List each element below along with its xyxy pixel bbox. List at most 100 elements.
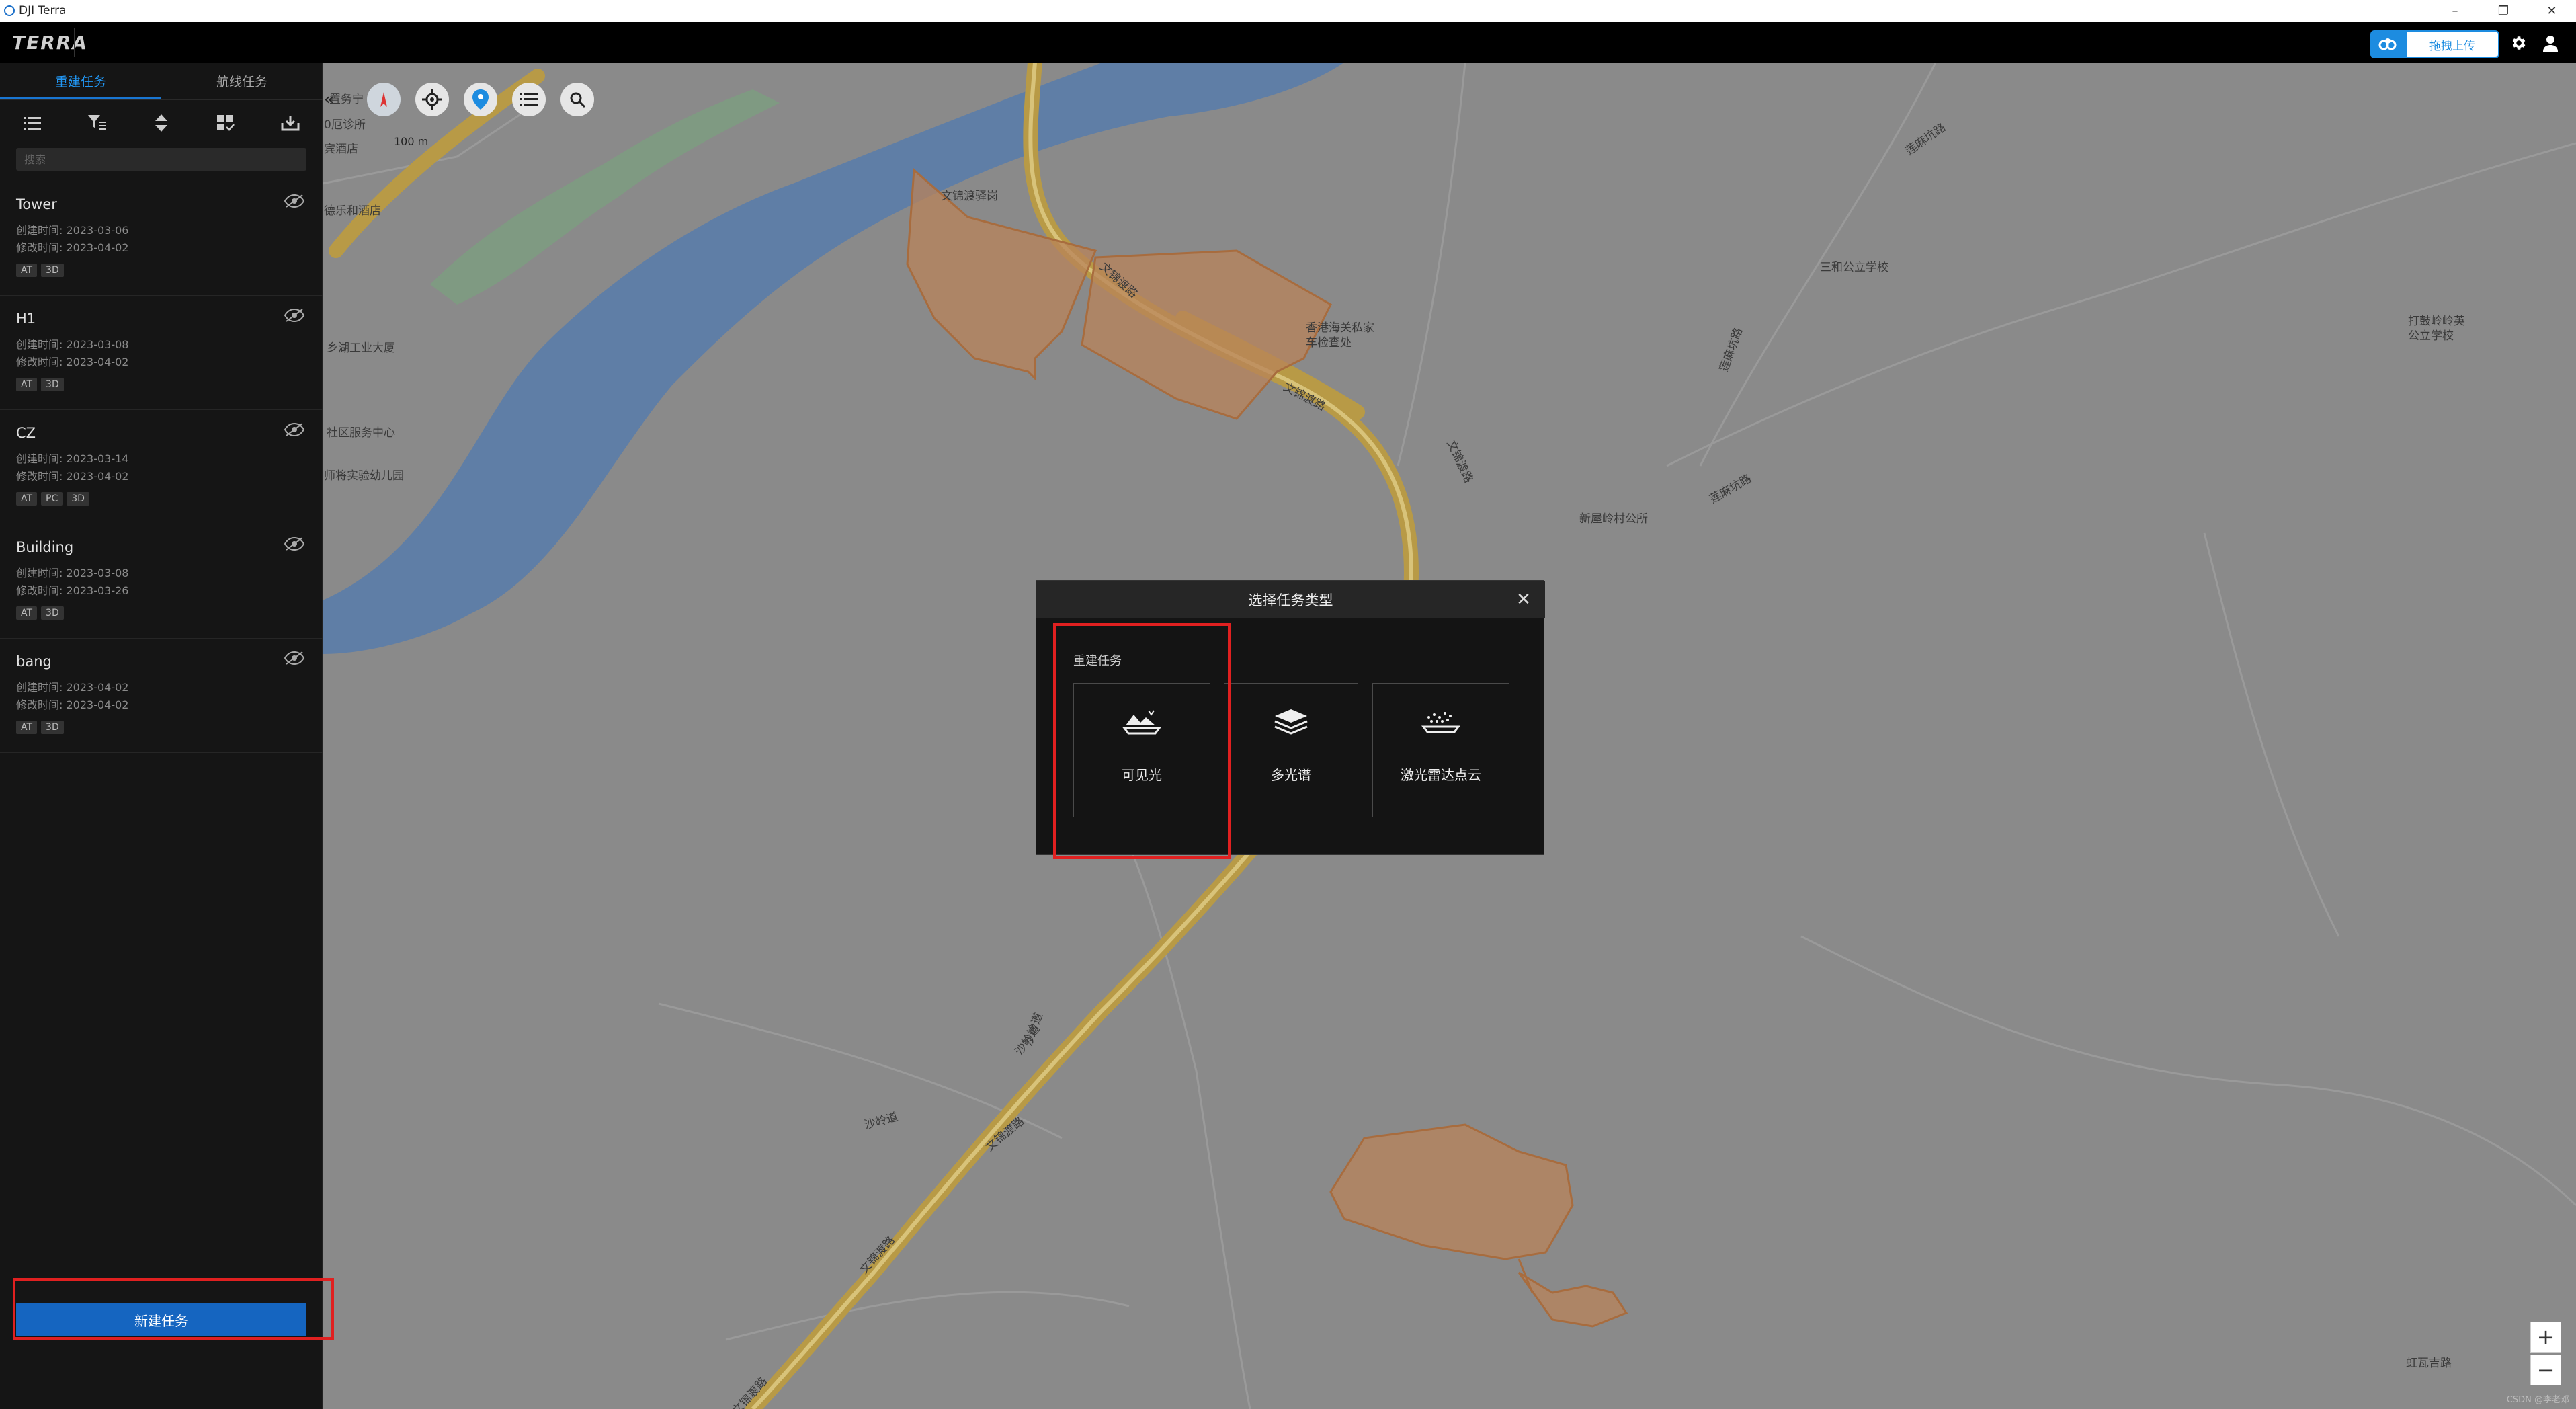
- map-label: 置务宁: [329, 93, 364, 106]
- annotation-highlight: [1053, 623, 1231, 859]
- task-name: Building: [16, 539, 74, 555]
- task-tags: AT PC 3D: [16, 492, 323, 506]
- task-name: CZ: [16, 425, 36, 441]
- cloud-upload-icon[interactable]: [2370, 30, 2405, 58]
- tab-reconstruction[interactable]: 重建任务: [0, 63, 161, 99]
- search-icon[interactable]: [560, 83, 594, 116]
- restore-button[interactable]: ❐: [2479, 0, 2528, 22]
- map-label: 宾酒店: [324, 143, 358, 156]
- task-created-date: 创建时间: 2023-04-02: [16, 681, 129, 694]
- map-label: 公立学校: [2408, 329, 2454, 343]
- map-label: 师将实验幼儿园: [324, 469, 404, 483]
- multispectral-card[interactable]: 多光谱: [1224, 683, 1358, 817]
- compass-icon[interactable]: [367, 83, 401, 116]
- task-item-tower[interactable]: Tower 创建时间: 2023-03-06 修改时间: 2023-04-02 …: [0, 182, 323, 296]
- app-header: TERRA 拖拽上传: [0, 22, 2576, 63]
- task-tag: 3D: [41, 721, 64, 734]
- task-tag: PC: [41, 492, 63, 506]
- task-name: bang: [16, 653, 52, 670]
- layers-list-icon[interactable]: [512, 83, 546, 116]
- task-created-date: 创建时间: 2023-03-08: [16, 567, 129, 579]
- task-created-date: 创建时间: 2023-03-06: [16, 224, 129, 237]
- logo-divider: [74, 28, 75, 57]
- task-item-cz[interactable]: CZ 创建时间: 2023-03-14 修改时间: 2023-04-02 AT …: [0, 410, 323, 524]
- visibility-toggle-icon[interactable]: [284, 536, 305, 551]
- app-icon: [4, 5, 15, 16]
- task-list: Tower 创建时间: 2023-03-06 修改时间: 2023-04-02 …: [0, 182, 323, 753]
- watermark: CSDN @李老邓: [2506, 1395, 2569, 1405]
- task-tag: AT: [16, 492, 38, 506]
- window-controls: – ❐ ✕: [2431, 0, 2576, 22]
- drag-upload-button[interactable]: 拖拽上传: [2405, 30, 2499, 58]
- grid-select-icon[interactable]: [212, 110, 239, 136]
- window-title: DJI Terra: [19, 4, 67, 17]
- card-label: 激光雷达点云: [1401, 767, 1481, 783]
- task-item-building[interactable]: Building 创建时间: 2023-03-08 修改时间: 2023-03-…: [0, 524, 323, 639]
- map-label: 0厄诊所: [324, 118, 366, 132]
- task-name: Tower: [16, 196, 57, 212]
- map-label: 虹瓦吉路: [2406, 1357, 2452, 1370]
- task-item-h1[interactable]: H1 创建时间: 2023-03-08 修改时间: 2023-04-02 AT …: [0, 296, 323, 410]
- task-tags: AT 3D: [16, 378, 323, 391]
- task-tag: AT: [16, 721, 38, 734]
- close-icon[interactable]: ✕: [1514, 590, 1533, 610]
- task-tags: AT 3D: [16, 721, 323, 734]
- task-modified-date: 修改时间: 2023-04-02: [16, 698, 129, 711]
- task-tags: AT 3D: [16, 606, 323, 620]
- task-search-input[interactable]: [16, 148, 306, 171]
- visibility-toggle-icon[interactable]: [284, 422, 305, 437]
- task-item-bang[interactable]: bang 创建时间: 2023-04-02 修改时间: 2023-04-02 A…: [0, 639, 323, 753]
- task-tags: AT 3D: [16, 264, 323, 277]
- minimize-button[interactable]: –: [2431, 0, 2479, 22]
- task-tag: AT: [16, 264, 38, 277]
- task-tag: 3D: [67, 492, 89, 506]
- multispectral-icon: [1274, 709, 1308, 735]
- task-created-date: 创建时间: 2023-03-08: [16, 338, 129, 351]
- zoom-in-button[interactable]: +: [2530, 1322, 2561, 1353]
- lidar-icon: [1421, 712, 1460, 733]
- visibility-toggle-icon[interactable]: [284, 651, 305, 666]
- task-tag: AT: [16, 606, 38, 620]
- task-sidebar: 重建任务 航线任务 Tower 创建时间: 2023-03-06 修改时间: 2…: [0, 63, 323, 1409]
- lidar-point-cloud-card[interactable]: 激光雷达点云: [1372, 683, 1509, 817]
- map-label: 新屋岭村公所: [1579, 512, 1648, 526]
- tab-flight-route[interactable]: 航线任务: [161, 63, 323, 99]
- task-modified-date: 修改时间: 2023-04-02: [16, 241, 129, 254]
- task-modified-date: 修改时间: 2023-04-02: [16, 470, 129, 483]
- user-icon[interactable]: [2539, 32, 2562, 54]
- visibility-toggle-icon[interactable]: [284, 194, 305, 208]
- task-modified-date: 修改时间: 2023-03-26: [16, 584, 129, 597]
- map-label: 乡湖工业大厦: [327, 341, 395, 355]
- upload-control[interactable]: 拖拽上传: [2370, 30, 2499, 58]
- annotation-highlight: [13, 1278, 334, 1340]
- visibility-toggle-icon[interactable]: [284, 308, 305, 323]
- task-tag: AT: [16, 378, 38, 391]
- window-titlebar: DJI Terra – ❐ ✕: [0, 0, 2576, 22]
- map-label: 文锦渡驿岗: [941, 190, 998, 203]
- close-window-button[interactable]: ✕: [2528, 0, 2576, 22]
- locate-icon[interactable]: [415, 83, 449, 116]
- sort-icon[interactable]: [148, 110, 175, 136]
- dialog-title: 选择任务类型: [1036, 581, 1545, 618]
- map-label: 德乐和酒店: [324, 204, 381, 218]
- map-label: 三和公立学校: [1820, 261, 1888, 274]
- filter-icon[interactable]: [83, 110, 110, 136]
- task-tag: 3D: [41, 606, 64, 620]
- map-scale: 100 m: [394, 135, 429, 148]
- task-name: H1: [16, 311, 36, 327]
- map-pin-icon[interactable]: [464, 83, 497, 116]
- map-label: 社区服务中心: [327, 426, 395, 440]
- import-icon[interactable]: [277, 110, 304, 136]
- task-tag: 3D: [41, 378, 64, 391]
- sidebar-toolbar: [0, 103, 323, 143]
- zoom-out-button[interactable]: −: [2530, 1355, 2561, 1385]
- gear-icon[interactable]: [2507, 32, 2530, 54]
- task-created-date: 创建时间: 2023-03-14: [16, 452, 129, 465]
- card-label: 多光谱: [1271, 767, 1311, 783]
- terra-logo: TERRA: [12, 32, 89, 54]
- task-modified-date: 修改时间: 2023-04-02: [16, 356, 129, 368]
- map-label: 车检查处: [1306, 336, 1352, 350]
- list-icon[interactable]: [19, 110, 46, 136]
- sidebar-tabs: 重建任务 航线任务: [0, 63, 323, 100]
- task-tag: 3D: [41, 264, 64, 277]
